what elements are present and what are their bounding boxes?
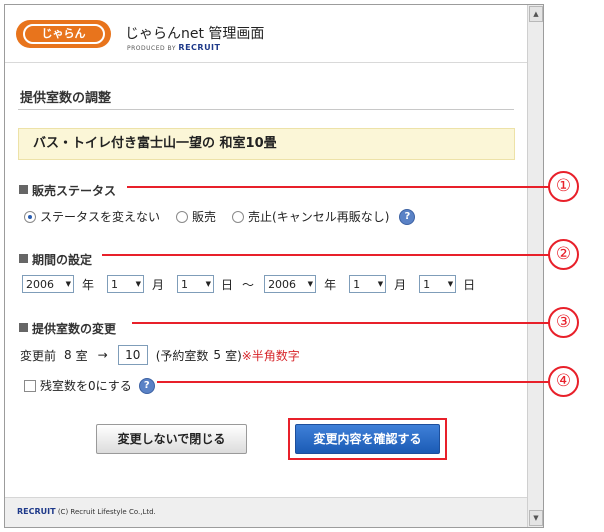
footer-recruit-logo: RECRUIT <box>17 507 56 516</box>
scroll-up-icon[interactable]: ▲ <box>529 6 543 22</box>
from-month-unit: 月 <box>152 277 165 292</box>
zero-rooms-checkbox[interactable] <box>24 379 36 392</box>
radio-stop-sales[interactable] <box>232 210 245 223</box>
annotation-line-1 <box>127 186 549 188</box>
annotation-line-3 <box>132 322 549 324</box>
radio-sell[interactable] <box>176 210 189 223</box>
annotation-line-2 <box>102 254 549 256</box>
to-day-value: 1 <box>423 277 431 291</box>
confirm-button-highlight: 変更内容を確認する <box>288 418 447 460</box>
brand-title: じゃらんnet 管理画面 <box>125 26 265 42</box>
footer-copyright: RECRUIT (C) Recruit Lifestyle Co.,Ltd. <box>17 507 156 516</box>
annotation-marker-1: ① <box>548 171 579 202</box>
from-year-unit: 年 <box>82 277 95 292</box>
to-year-unit: 年 <box>324 277 337 292</box>
annotation-line-4 <box>157 381 549 383</box>
scroll-down-icon[interactable]: ▼ <box>529 510 543 526</box>
chevron-down-icon: ▼ <box>135 280 142 288</box>
help-icon-status[interactable]: ? <box>399 208 416 225</box>
radio-keep-status[interactable] <box>24 210 36 223</box>
period-row: 2006 ▼ 年 1 ▼ 月 1 ▼ 日 ～ 2006 ▼ 年 1 ▼ 月 1 ▼ 日 <box>22 275 475 293</box>
page-title: 提供室数の調整 <box>20 91 112 106</box>
header: じゃらん じゃらんnet 管理画面 PRODUCED BY RECRUIT <box>5 5 527 63</box>
reserved-value: 5 <box>213 348 222 362</box>
browser-window: じゃらん じゃらんnet 管理画面 PRODUCED BY RECRUIT 提供… <box>4 4 544 528</box>
room-count-input[interactable]: 10 <box>117 345 148 365</box>
before-unit: 室 <box>75 348 88 363</box>
produced-by: PRODUCED BY RECRUIT <box>127 43 221 52</box>
status-option-sell-label: 販売 <box>192 210 217 224</box>
vertical-scrollbar[interactable]: ▲ ▼ <box>527 5 543 527</box>
annotation-marker-2: ② <box>548 239 579 270</box>
sales-status-options: ステータスを変えない 販売 売止(キャンセル再販なし) ? <box>24 208 416 225</box>
from-month-select[interactable]: 1 ▼ <box>107 275 145 293</box>
to-month-select[interactable]: 1 ▼ <box>349 275 387 293</box>
before-label: 変更前 <box>20 348 57 363</box>
from-month-value: 1 <box>111 277 119 291</box>
to-year-select[interactable]: 2006 ▼ <box>264 275 317 293</box>
status-option-stop[interactable]: 売止(キャンセル再販なし) <box>232 208 389 225</box>
chevron-down-icon: ▼ <box>205 280 212 288</box>
footer: RECRUIT (C) Recruit Lifestyle Co.,Ltd. <box>5 497 527 527</box>
footer-copyright-text: (C) Recruit Lifestyle Co.,Ltd. <box>57 508 156 516</box>
to-day-select[interactable]: 1 ▼ <box>419 275 457 293</box>
from-year-value: 2006 <box>26 277 54 291</box>
before-value: 8 <box>64 348 72 362</box>
chevron-down-icon: ▼ <box>307 280 314 288</box>
to-month-value: 1 <box>353 277 361 291</box>
zero-rooms-label: 残室数を0にする <box>40 379 132 393</box>
chevron-down-icon: ▼ <box>377 280 384 288</box>
from-day-unit: 日 <box>221 277 234 292</box>
title-divider <box>18 109 514 110</box>
confirm-changes-button[interactable]: 変更内容を確認する <box>295 424 440 454</box>
close-without-change-button[interactable]: 変更しないで閉じる <box>96 424 247 454</box>
logo-text: じゃらん <box>22 24 105 44</box>
produced-by-label: PRODUCED BY <box>127 45 176 52</box>
status-option-sell[interactable]: 販売 <box>176 208 216 225</box>
sales-status-heading: 販売ステータス <box>18 182 116 199</box>
from-day-select[interactable]: 1 ▼ <box>177 275 215 293</box>
status-option-stop-label: 売止(キャンセル再販なし) <box>248 210 390 224</box>
recruit-logo: RECRUIT <box>178 43 221 52</box>
room-count-row: 変更前 8 室 → 10 (予約室数 5 室) ※半角数字 <box>20 345 300 365</box>
from-year-select[interactable]: 2006 ▼ <box>22 275 74 293</box>
annotation-marker-3: ③ <box>548 307 579 338</box>
annotation-marker-4: ④ <box>548 366 579 397</box>
to-year-value: 2006 <box>268 277 297 291</box>
status-option-keep-label: ステータスを変えない <box>40 210 161 224</box>
chevron-down-icon: ▼ <box>65 280 71 288</box>
help-icon-zero-rooms[interactable]: ? <box>138 377 155 394</box>
to-month-unit: 月 <box>394 277 407 292</box>
period-heading: 期間の設定 <box>18 251 92 268</box>
half-width-note: ※半角数字 <box>241 348 300 363</box>
chevron-down-icon: ▼ <box>447 280 454 288</box>
to-day-unit: 日 <box>463 277 476 292</box>
room-count-heading: 提供室数の変更 <box>18 320 116 337</box>
status-option-keep[interactable]: ステータスを変えない <box>24 208 160 225</box>
room-name-box: バス・トイレ付き富士山一望の 和室10畳 <box>18 128 515 160</box>
zero-rooms-row: 残室数を0にする ? <box>24 377 155 394</box>
range-tilde: ～ <box>242 277 255 292</box>
reserved-close: 室) <box>225 348 242 363</box>
jalan-logo: じゃらん <box>16 20 111 48</box>
arrow-icon: → <box>97 348 108 362</box>
from-day-value: 1 <box>181 277 189 291</box>
reserved-open: (予約室数 <box>155 348 209 363</box>
